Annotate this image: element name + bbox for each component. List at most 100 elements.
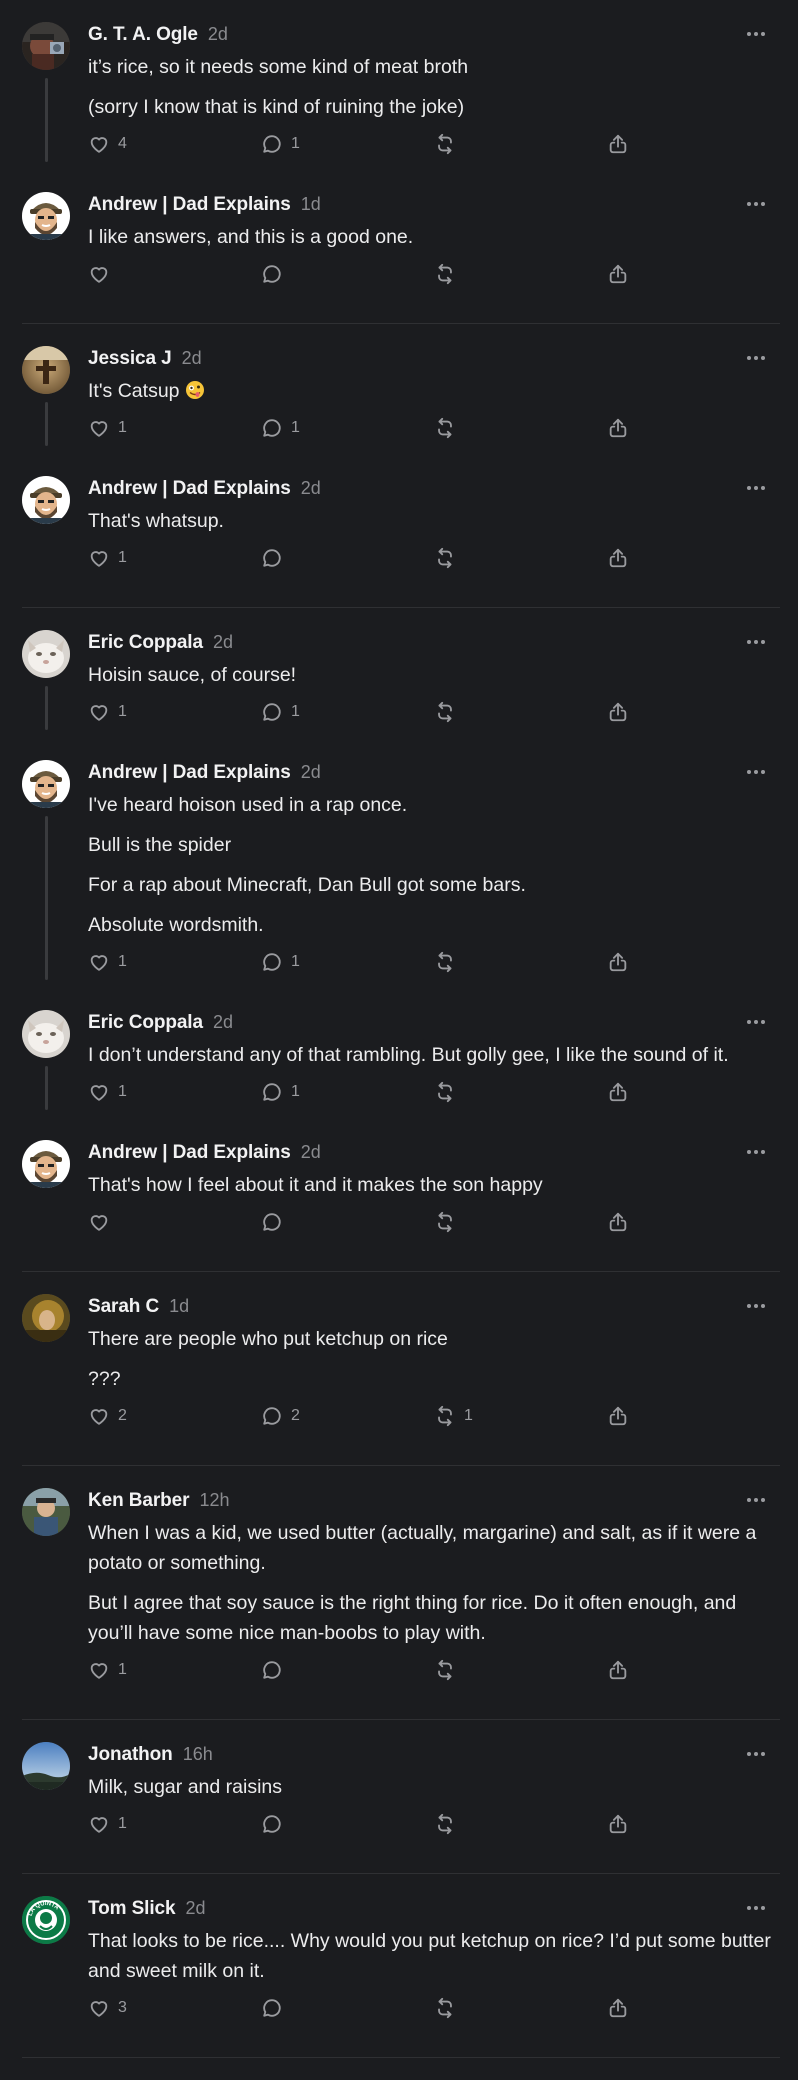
repost-button[interactable] bbox=[434, 417, 607, 439]
avatar[interactable] bbox=[22, 1010, 70, 1058]
post-header: Eric Coppala 2d bbox=[88, 1010, 772, 1034]
author-name[interactable]: Eric Coppala bbox=[88, 1011, 203, 1035]
author-name[interactable]: Andrew | Dad Explains bbox=[88, 1141, 291, 1165]
share-button[interactable] bbox=[607, 1211, 647, 1233]
share-button[interactable] bbox=[607, 417, 647, 439]
avatar[interactable] bbox=[22, 1742, 70, 1790]
likes-count: 1 bbox=[118, 1815, 127, 1832]
reply-button[interactable]: 1 bbox=[261, 701, 434, 723]
more-options-icon[interactable] bbox=[744, 1742, 768, 1766]
post-timestamp[interactable]: 16h bbox=[183, 1742, 213, 1766]
more-options-icon[interactable] bbox=[744, 476, 768, 500]
post-timestamp[interactable]: 2d bbox=[208, 22, 228, 46]
share-button[interactable] bbox=[607, 1997, 647, 2019]
avatar[interactable] bbox=[22, 1140, 70, 1188]
post-timestamp[interactable]: 2d bbox=[213, 1010, 233, 1034]
like-button[interactable]: 1 bbox=[88, 1659, 261, 1681]
more-options-icon[interactable] bbox=[744, 1294, 768, 1318]
share-button[interactable] bbox=[607, 951, 647, 973]
like-button[interactable] bbox=[88, 1211, 261, 1233]
repost-button[interactable] bbox=[434, 951, 607, 973]
reply-button[interactable]: 1 bbox=[261, 1081, 434, 1103]
avatar[interactable] bbox=[22, 346, 70, 394]
post-header: Sarah C 1d bbox=[88, 1294, 772, 1318]
author-name[interactable]: Andrew | Dad Explains bbox=[88, 477, 291, 501]
reply-button[interactable] bbox=[261, 263, 434, 285]
share-button[interactable] bbox=[607, 1081, 647, 1103]
author-name[interactable]: Jonathon bbox=[88, 1743, 173, 1767]
more-options-icon[interactable] bbox=[744, 1488, 768, 1512]
likes-count: 1 bbox=[118, 1083, 127, 1100]
like-button[interactable]: 2 bbox=[88, 1405, 261, 1427]
reply-button[interactable]: 2 bbox=[261, 1405, 434, 1427]
share-button[interactable] bbox=[607, 547, 647, 569]
share-button[interactable] bbox=[607, 1659, 647, 1681]
more-options-icon[interactable] bbox=[744, 1140, 768, 1164]
repost-button[interactable] bbox=[434, 1659, 607, 1681]
more-options-icon[interactable] bbox=[744, 1010, 768, 1034]
share-button[interactable] bbox=[607, 1405, 647, 1427]
author-name[interactable]: Tom Slick bbox=[88, 1897, 176, 1921]
avatar[interactable] bbox=[22, 1294, 70, 1342]
repost-button[interactable] bbox=[434, 547, 607, 569]
author-name[interactable]: Eric Coppala bbox=[88, 631, 203, 655]
share-button[interactable] bbox=[607, 263, 647, 285]
like-button[interactable]: 1 bbox=[88, 547, 261, 569]
author-name[interactable]: Sarah C bbox=[88, 1295, 159, 1319]
like-button[interactable] bbox=[88, 263, 261, 285]
post-timestamp[interactable]: 2d bbox=[301, 1140, 321, 1164]
reply-button[interactable]: 1 bbox=[261, 951, 434, 973]
more-options-icon[interactable] bbox=[744, 346, 768, 370]
like-button[interactable]: 1 bbox=[88, 951, 261, 973]
repost-button[interactable] bbox=[434, 1081, 607, 1103]
like-button[interactable]: 1 bbox=[88, 701, 261, 723]
share-button[interactable] bbox=[607, 1813, 647, 1835]
more-options-icon[interactable] bbox=[744, 1896, 768, 1920]
avatar[interactable] bbox=[22, 760, 70, 808]
post-timestamp[interactable]: 2d bbox=[301, 760, 321, 784]
post-timestamp[interactable]: 2d bbox=[213, 630, 233, 654]
repost-button[interactable] bbox=[434, 701, 607, 723]
repost-button[interactable]: 1 bbox=[434, 1405, 607, 1427]
share-button[interactable] bbox=[607, 133, 647, 155]
avatar[interactable]: LA QUINTA bbox=[22, 1896, 70, 1944]
post-timestamp[interactable]: 1d bbox=[301, 192, 321, 216]
more-options-icon[interactable] bbox=[744, 760, 768, 784]
post-timestamp[interactable]: 2d bbox=[301, 476, 321, 500]
post-timestamp[interactable]: 2d bbox=[185, 1896, 205, 1920]
like-button[interactable]: 1 bbox=[88, 1813, 261, 1835]
repost-button[interactable] bbox=[434, 1813, 607, 1835]
author-name[interactable]: Jessica J bbox=[88, 347, 172, 371]
repost-button[interactable] bbox=[434, 263, 607, 285]
author-name[interactable]: Andrew | Dad Explains bbox=[88, 193, 291, 217]
like-button[interactable]: 4 bbox=[88, 133, 261, 155]
reply-button[interactable]: 1 bbox=[261, 133, 434, 155]
avatar[interactable] bbox=[22, 476, 70, 524]
reply-button[interactable]: 1 bbox=[261, 417, 434, 439]
reply-button[interactable] bbox=[261, 1659, 434, 1681]
repost-button[interactable] bbox=[434, 133, 607, 155]
post-timestamp[interactable]: 1d bbox=[169, 1294, 189, 1318]
author-name[interactable]: Andrew | Dad Explains bbox=[88, 761, 291, 785]
avatar[interactable] bbox=[22, 1488, 70, 1536]
more-options-icon[interactable] bbox=[744, 22, 768, 46]
author-name[interactable]: G. T. A. Ogle bbox=[88, 23, 198, 47]
post-timestamp[interactable]: 12h bbox=[199, 1488, 229, 1512]
avatar[interactable] bbox=[22, 630, 70, 678]
repost-button[interactable] bbox=[434, 1211, 607, 1233]
more-options-icon[interactable] bbox=[744, 192, 768, 216]
like-button[interactable]: 3 bbox=[88, 1997, 261, 2019]
more-options-icon[interactable] bbox=[744, 630, 768, 654]
like-button[interactable]: 1 bbox=[88, 1081, 261, 1103]
avatar[interactable] bbox=[22, 22, 70, 70]
like-button[interactable]: 1 bbox=[88, 417, 261, 439]
repost-button[interactable] bbox=[434, 1997, 607, 2019]
reply-button[interactable] bbox=[261, 1813, 434, 1835]
reply-button[interactable] bbox=[261, 1997, 434, 2019]
author-name[interactable]: Ken Barber bbox=[88, 1489, 190, 1513]
avatar[interactable] bbox=[22, 192, 70, 240]
post-timestamp[interactable]: 2d bbox=[182, 346, 202, 370]
reply-button[interactable] bbox=[261, 547, 434, 569]
share-button[interactable] bbox=[607, 701, 647, 723]
reply-button[interactable] bbox=[261, 1211, 434, 1233]
